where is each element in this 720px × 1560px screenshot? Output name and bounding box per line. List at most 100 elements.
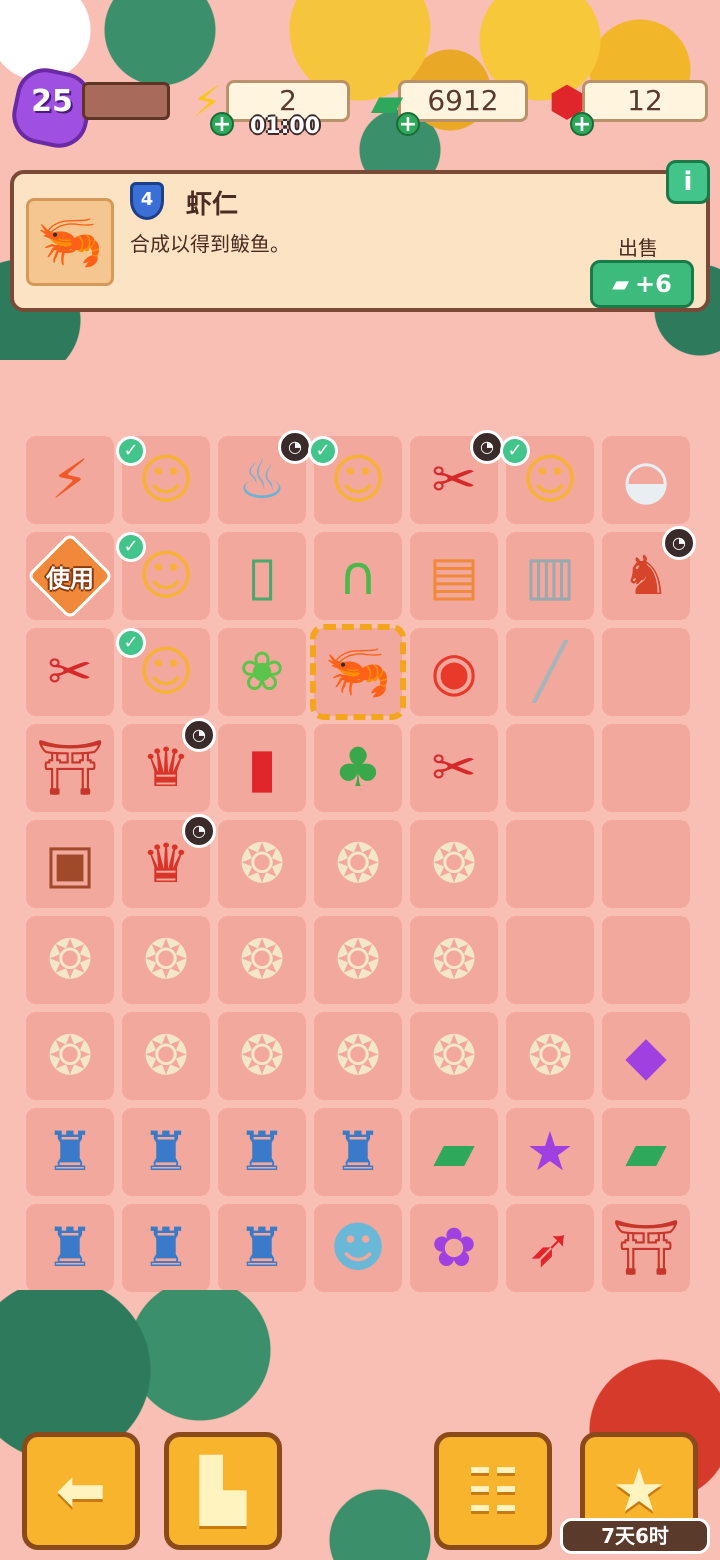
board-cell-empty[interactable] — [602, 820, 690, 908]
lion-dance-icon: ♜ — [237, 1216, 287, 1279]
board-cell[interactable]: ◔ ♞ — [602, 526, 696, 620]
board-cell[interactable]: ❂ — [218, 916, 306, 1004]
basket-button[interactable]: ☷ — [434, 1432, 552, 1550]
board-cell[interactable]: ♜ — [122, 1204, 210, 1292]
board-cell[interactable]: ♣ — [314, 724, 402, 812]
sell-button[interactable]: ▰ +6 — [590, 260, 694, 308]
lion-dance-icon: ♜ — [45, 1216, 95, 1279]
board-cell[interactable]: ✿ — [410, 1204, 498, 1292]
board-cell[interactable]: ▰ — [602, 1108, 690, 1196]
board-cell[interactable]: ◔ ♨ — [218, 430, 312, 524]
board-cell[interactable]: ◉ — [410, 628, 498, 716]
info-button[interactable]: i — [666, 160, 710, 204]
board-cell[interactable]: ❂ — [314, 1012, 402, 1100]
board-cell[interactable]: ❂ — [506, 1012, 594, 1100]
board-cell[interactable]: ∩ — [314, 532, 402, 620]
lion-head-icon: ☻ — [329, 1216, 387, 1279]
check-icon: ✓ — [116, 436, 146, 466]
energy-timer: 01:00 — [249, 114, 321, 139]
board-cell[interactable]: ◆ — [602, 1012, 690, 1100]
board-cell[interactable]: ❂ — [314, 916, 402, 1004]
board-cell[interactable]: ✂ — [410, 724, 498, 812]
board-cell[interactable]: ❂ — [410, 1012, 498, 1100]
board-cell[interactable]: ◒ — [602, 436, 690, 524]
board-cell[interactable]: ▤ — [410, 532, 498, 620]
board-cell[interactable]: ✓ ☺ — [116, 436, 210, 524]
shrimp-icon: 🦐 — [324, 640, 392, 703]
board-cell[interactable]: ⚡ — [26, 436, 114, 524]
seasoning-packet-icon: ▤ — [428, 544, 480, 607]
board-cell[interactable]: ❂ — [218, 820, 306, 908]
board-cell[interactable]: ♜ — [26, 1204, 114, 1292]
board-cell-empty[interactable] — [506, 820, 594, 908]
board-cell[interactable]: ♜ — [314, 1108, 402, 1196]
board-cell[interactable]: ♜ — [218, 1204, 306, 1292]
rattle-drum-icon: ◉ — [430, 640, 478, 703]
board-cell[interactable]: ▣ — [26, 820, 114, 908]
sell-label: 出售 — [618, 236, 658, 260]
child-character-icon: ☺ — [521, 448, 579, 511]
board-cell[interactable]: ✓ ☺ — [308, 436, 402, 524]
board-cell[interactable]: ▥ — [506, 532, 594, 620]
board-cell-empty[interactable] — [506, 916, 594, 1004]
board-cell[interactable]: ❂ — [410, 916, 498, 1004]
board-cell[interactable]: 使用 — [26, 532, 114, 620]
board-cell[interactable]: ♜ — [122, 1108, 210, 1196]
board-cell[interactable]: ♜ — [26, 1108, 114, 1196]
board-cell[interactable]: ▯ — [218, 532, 306, 620]
leaderboard-button[interactable]: ▙ — [164, 1432, 282, 1550]
board-cell[interactable]: ⛩ — [602, 1204, 690, 1292]
board-cell[interactable]: ❂ — [122, 916, 210, 1004]
board-cell[interactable]: ❂ — [410, 820, 498, 908]
television-icon: ▣ — [44, 832, 96, 895]
board-cell[interactable]: ☻ — [314, 1204, 402, 1292]
merge-board: ⚡ ✓ ☺ ◔ ♨ ✓ ☺ ◔ ✂ ✓ ☺ ◒ 使用 ✓ ☺ ▯ ∩ ▤ ▥ ◔… — [26, 430, 696, 1292]
board-cell[interactable]: ✓ ☺ — [500, 436, 594, 524]
candy-jar-icon: ▯ — [247, 544, 277, 607]
podium-icon: ▙ — [199, 1456, 247, 1526]
board-cell[interactable]: ❂ — [314, 820, 402, 908]
board-cell[interactable]: ❂ — [218, 1012, 306, 1100]
board-cell-selected[interactable]: 🦐 — [310, 624, 406, 720]
board-cell-empty[interactable] — [602, 916, 690, 1004]
level-value: 25 — [31, 84, 73, 119]
board-cell-empty[interactable] — [602, 628, 690, 716]
board-cell-empty[interactable] — [602, 724, 690, 812]
board-cell[interactable]: ✓ ☺ — [116, 532, 210, 620]
board-cell[interactable]: ❂ — [26, 916, 114, 1004]
gem-counter[interactable]: 12 — [582, 80, 708, 122]
firework-rocket-icon: ➶ — [527, 1216, 573, 1279]
xp-progress-bar — [82, 82, 170, 120]
add-gems-icon[interactable]: + — [570, 112, 594, 136]
board-cell[interactable]: ▮ — [218, 724, 306, 812]
board-cell[interactable]: ➶ — [506, 1204, 594, 1292]
add-energy-icon[interactable]: + — [210, 112, 234, 136]
item-preview: 🦐 — [26, 198, 114, 286]
fox-character-icon: ♞ — [621, 544, 671, 607]
board-cell[interactable]: ★ — [506, 1108, 594, 1196]
board-cell[interactable]: ╱ — [506, 628, 594, 716]
board-cell[interactable]: ▰ — [410, 1108, 498, 1196]
board-cell[interactable]: ⛩ — [26, 724, 114, 812]
board-cell[interactable]: ♜ — [218, 1108, 306, 1196]
back-button[interactable]: ⬅ — [22, 1432, 140, 1550]
rice-cake-basket-icon: ❂ — [431, 832, 477, 895]
child-character-icon: ☺ — [137, 544, 195, 607]
board-cell[interactable]: ◔ ♛ — [122, 814, 216, 908]
cabbage-icon: ❀ — [239, 640, 285, 703]
board-cell[interactable]: ❂ — [122, 1012, 210, 1100]
add-cash-icon[interactable]: + — [396, 112, 420, 136]
purple-gem-icon: ◆ — [625, 1024, 667, 1087]
board-cell[interactable]: ◔ ✂ — [410, 430, 504, 524]
board-cell[interactable]: ◔ ♛ — [122, 718, 216, 812]
rice-cake-basket-icon: ❂ — [239, 832, 285, 895]
board-cell[interactable]: ✓ ☺ — [116, 628, 210, 716]
rice-cake-basket-icon: ❂ — [335, 832, 381, 895]
board-cell[interactable]: ❀ — [218, 628, 306, 716]
energy-value: 2 — [279, 84, 297, 117]
board-cell-empty[interactable] — [506, 724, 594, 812]
spice-packet-icon: ▥ — [524, 544, 576, 607]
board-cell[interactable]: ❂ — [26, 1012, 114, 1100]
board-cell[interactable]: ✂ — [26, 628, 114, 716]
energy-orb-icon: ⚡ — [51, 448, 89, 511]
